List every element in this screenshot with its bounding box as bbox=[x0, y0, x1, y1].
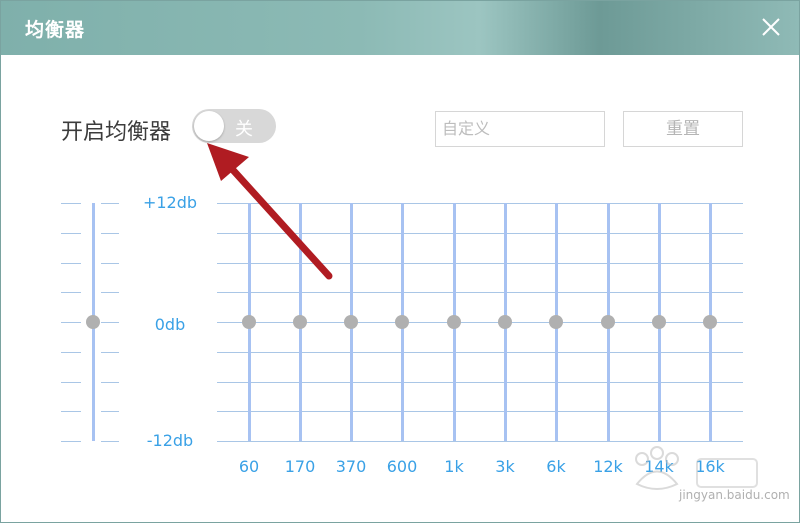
band-slider-1k-thumb[interactable] bbox=[447, 315, 461, 329]
reset-button[interactable]: 重置 bbox=[623, 111, 743, 147]
scale-tick bbox=[61, 322, 81, 323]
annotation-arrow bbox=[207, 143, 333, 280]
scale-mid-label: 0db bbox=[154, 315, 186, 334]
frequency-label: 370 bbox=[335, 457, 367, 476]
frequency-label: 3k bbox=[495, 457, 515, 476]
band-slider-370-thumb[interactable] bbox=[344, 315, 358, 329]
band-slider-600-thumb[interactable] bbox=[395, 315, 409, 329]
scale-tick bbox=[101, 441, 119, 442]
preset-placeholder: 自定义 bbox=[442, 119, 491, 138]
frequency-label: 6k bbox=[546, 457, 566, 476]
scale-tick bbox=[101, 203, 119, 204]
scale-min-label: -12db bbox=[146, 431, 194, 450]
scale-tick bbox=[217, 382, 743, 383]
scale-tick bbox=[101, 292, 119, 293]
frequency-label: 60 bbox=[238, 457, 260, 476]
band-slider-3k-thumb[interactable] bbox=[498, 315, 512, 329]
frequency-label: 170 bbox=[284, 457, 316, 476]
enable-equalizer-toggle[interactable]: 关 bbox=[192, 109, 276, 143]
preset-dropdown[interactable]: 自定义 bbox=[435, 111, 605, 147]
enable-equalizer-label: 开启均衡器 bbox=[61, 120, 172, 145]
preamp-slider-thumb[interactable] bbox=[86, 315, 100, 329]
scale-tick bbox=[101, 233, 119, 234]
scale-tick bbox=[101, 263, 119, 264]
scale-tick bbox=[101, 382, 119, 383]
scale-tick bbox=[61, 203, 81, 204]
toggle-state-text: 关 bbox=[235, 119, 253, 140]
scale-tick bbox=[217, 352, 743, 353]
watermark-text: jingyan.baidu.com bbox=[679, 488, 790, 502]
band-slider-6k-thumb[interactable] bbox=[549, 315, 563, 329]
scale-tick bbox=[61, 411, 81, 412]
scale-tick bbox=[61, 352, 81, 353]
scale-tick bbox=[101, 322, 119, 323]
toggle-knob bbox=[194, 111, 224, 141]
band-slider-14k-thumb[interactable] bbox=[652, 315, 666, 329]
frequency-label: 1k bbox=[444, 457, 464, 476]
scale-tick bbox=[61, 233, 81, 234]
scale-tick bbox=[101, 352, 119, 353]
band-slider-12k-thumb[interactable] bbox=[601, 315, 615, 329]
scale-tick bbox=[61, 263, 81, 264]
scale-max-label: +12db bbox=[142, 193, 198, 212]
scale-tick bbox=[217, 292, 743, 293]
equalizer-window: 均衡器 开启均衡器 关 自定义 重置 +12db 0db -12db 60 170… bbox=[0, 0, 800, 523]
scale-tick bbox=[101, 411, 119, 412]
scale-tick bbox=[217, 411, 743, 412]
window-title: 均衡器 bbox=[25, 19, 86, 41]
close-icon[interactable] bbox=[759, 15, 783, 39]
title-bar: 均衡器 bbox=[1, 1, 799, 55]
band-slider-170-thumb[interactable] bbox=[293, 315, 307, 329]
band-slider-60-thumb[interactable] bbox=[242, 315, 256, 329]
band-slider-16k-thumb[interactable] bbox=[703, 315, 717, 329]
scale-tick bbox=[61, 292, 81, 293]
scale-tick bbox=[61, 382, 81, 383]
frequency-label: 600 bbox=[386, 457, 418, 476]
scale-tick bbox=[61, 441, 81, 442]
